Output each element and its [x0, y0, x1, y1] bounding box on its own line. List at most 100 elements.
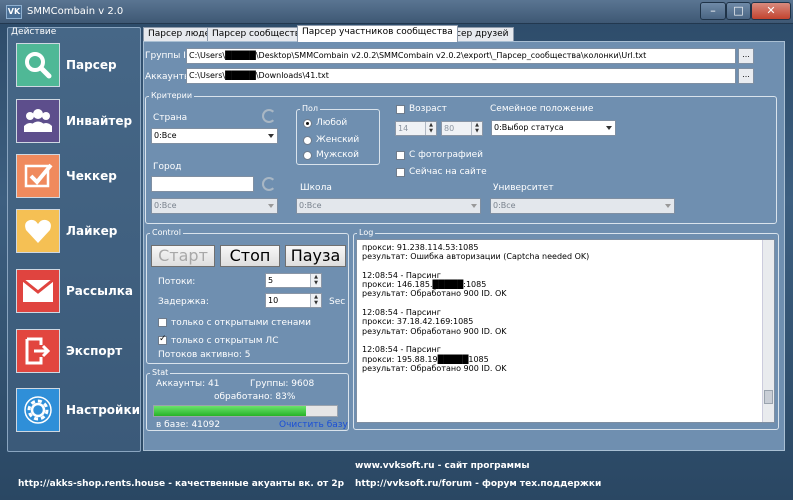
university-select[interactable]: 0:Все: [490, 198, 675, 214]
online-now-checkbox[interactable]: [396, 168, 405, 177]
stop-button[interactable]: Стоп: [220, 245, 280, 267]
log-entry: прокси: 91.238.114.53:1085 результат: Ош…: [362, 243, 769, 261]
delay-unit: Sec: [329, 297, 346, 307]
criteria-legend: Критерии: [149, 91, 195, 100]
search-icon: [16, 43, 60, 87]
log-line: 12:08:54 - Парсинг: [362, 345, 441, 355]
family-status-select[interactable]: 0:Выбор статуса: [491, 120, 616, 136]
log-line: результат: Обработано 900 ID. OK: [362, 289, 507, 299]
users-icon: [16, 99, 60, 143]
age-to-spinner[interactable]: 80 ▲ ▼: [441, 121, 483, 136]
log-line: результат: Обработано 900 ID. OK: [362, 326, 507, 336]
school-select[interactable]: 0:Все: [296, 198, 481, 214]
log-scrollbar-thumb[interactable]: [764, 390, 773, 404]
sidebar-item-parser[interactable]: Парсер: [8, 40, 140, 92]
sidebar-item-checker[interactable]: Чеккер: [8, 151, 140, 203]
sidebar-item-label: Настройки: [66, 403, 141, 417]
log-line: результат: Ошибка авторизации (Captcha n…: [362, 252, 590, 262]
threads-spinner[interactable]: 5 ▲ ▼: [265, 273, 322, 288]
log-line: прокси: 146.185.█████:1085: [362, 280, 487, 290]
stat-groups: Группы: 9608: [250, 379, 315, 389]
sidebar-item-mailing[interactable]: Рассылка: [8, 266, 140, 318]
country-label: Страна: [153, 113, 188, 123]
minimize-button[interactable]: –: [700, 2, 726, 20]
sidebar-item-liker[interactable]: Лайкер: [8, 206, 140, 258]
log-line: результат: Обработано 900 ID. OK: [362, 363, 507, 373]
open-wall-checkbox[interactable]: [158, 318, 167, 327]
sidebar-item-export[interactable]: Экспорт: [8, 326, 140, 378]
sidebar-item-inviter[interactable]: Инвайтер: [8, 96, 140, 148]
active-threads-text: Потоков активно: 5: [158, 350, 251, 360]
refresh-country-icon[interactable]: [262, 109, 276, 123]
stat-legend: Stat: [150, 368, 171, 377]
footer-forum-link[interactable]: http://vvksoft.ru/forum - форум тех.подд…: [355, 479, 601, 489]
accounts-browse-button[interactable]: ...: [738, 68, 754, 84]
stat-processed: обработано: 83%: [214, 392, 296, 402]
age-from-spinner[interactable]: 14 ▲ ▼: [395, 121, 437, 136]
stat-accounts: Аккаунты: 41: [156, 379, 220, 389]
age-label: Возраст: [409, 104, 447, 114]
log-legend: Log: [357, 228, 376, 237]
sidebar-item-label: Парсер: [66, 58, 117, 72]
city-select[interactable]: 0:Все: [151, 198, 278, 214]
open-ls-label: только с открытым ЛС: [171, 336, 279, 346]
sex-male-label: Мужской: [316, 150, 359, 160]
window-title: SMMCombain v 2.0: [27, 6, 124, 17]
progress-bar-fill: [154, 406, 306, 416]
start-button[interactable]: Старт: [151, 245, 215, 267]
log-line: 12:08:54 - Парсинг: [362, 271, 441, 280]
accounts-path-field[interactable]: C:\Users\█████\Downloads\41.txt: [186, 68, 736, 84]
groups-id-path-field[interactable]: C:\Users\█████\Desktop\SMMCombain v2.0.2…: [186, 48, 736, 64]
city-label: Город: [153, 162, 182, 172]
control-legend: Control: [150, 228, 183, 237]
open-ls-checkbox[interactable]: [158, 334, 167, 345]
sidebar-item-label: Лайкер: [66, 224, 118, 238]
clear-base-link[interactable]: Очистить базу: [279, 420, 348, 430]
log-line: прокси: 195.88.19█████1085: [362, 354, 489, 364]
gear-icon: [16, 388, 60, 432]
accounts-label: Аккаунты: [145, 72, 192, 82]
city-input[interactable]: [151, 176, 254, 192]
tab-community-parser[interactable]: Парсер сообщества: [207, 27, 311, 42]
country-select[interactable]: 0:Все: [151, 128, 278, 144]
age-checkbox[interactable]: [396, 105, 405, 114]
tab-community-members-parser[interactable]: Парсер участников сообщества: [297, 25, 458, 42]
footer-site-link[interactable]: www.vvksoft.ru - сайт программы: [355, 461, 530, 471]
sidebar-item-label: Рассылка: [66, 284, 134, 298]
family-status-label: Семейное положение: [490, 104, 594, 114]
check-icon: [16, 154, 60, 198]
log-line: 12:08:54 - Парсинг: [362, 308, 441, 318]
log-line: прокси: 37.18.42.169:1085: [362, 317, 474, 327]
sex-any-radio[interactable]: [303, 119, 312, 128]
school-label: Школа: [300, 183, 332, 193]
mail-icon: [16, 269, 60, 313]
maximize-button[interactable]: □: [726, 2, 751, 20]
sex-legend: Пол: [300, 104, 321, 113]
close-button[interactable]: ✕: [751, 2, 791, 20]
log-output[interactable]: прокси: 91.238.114.53:1085 результат: Ош…: [356, 239, 775, 423]
pause-button[interactable]: Пауза: [285, 245, 346, 267]
log-scrollbar[interactable]: [762, 240, 774, 422]
threads-label: Потоки:: [158, 277, 196, 287]
sex-any-label: Любой: [316, 118, 348, 128]
with-photo-label: С фотографией: [409, 150, 483, 160]
sidebar-item-label: Инвайтер: [66, 114, 133, 128]
footer-shop-link[interactable]: http://akks-shop.rents.house - качествен…: [18, 479, 344, 489]
sidebar-item-label: Экспорт: [66, 344, 123, 358]
with-photo-checkbox[interactable]: [396, 151, 405, 160]
log-entry: 12:08:54 - Парсинг прокси: 37.18.42.169:…: [362, 308, 769, 336]
title-bar: VK SMMCombain v 2.0 – □ ✕: [0, 0, 793, 24]
open-wall-label: только с открытыми стенами: [171, 318, 312, 328]
sex-female-radio[interactable]: [303, 136, 312, 145]
sidebar-item-label: Чеккер: [66, 169, 117, 183]
stat-in-base: в базе: 41092: [156, 420, 221, 430]
university-label: Университет: [493, 183, 554, 193]
progress-bar: [153, 405, 338, 417]
log-entry: 12:08:54 - Парсинг прокси: 195.88.19████…: [362, 345, 769, 373]
action-group-title: Действие: [11, 27, 57, 37]
sidebar-item-settings[interactable]: Настройки: [8, 385, 140, 437]
delay-spinner[interactable]: 10 ▲ ▼: [265, 293, 322, 308]
refresh-city-icon[interactable]: [262, 177, 276, 191]
sex-male-radio[interactable]: [303, 151, 312, 160]
groups-browse-button[interactable]: ...: [738, 48, 754, 64]
